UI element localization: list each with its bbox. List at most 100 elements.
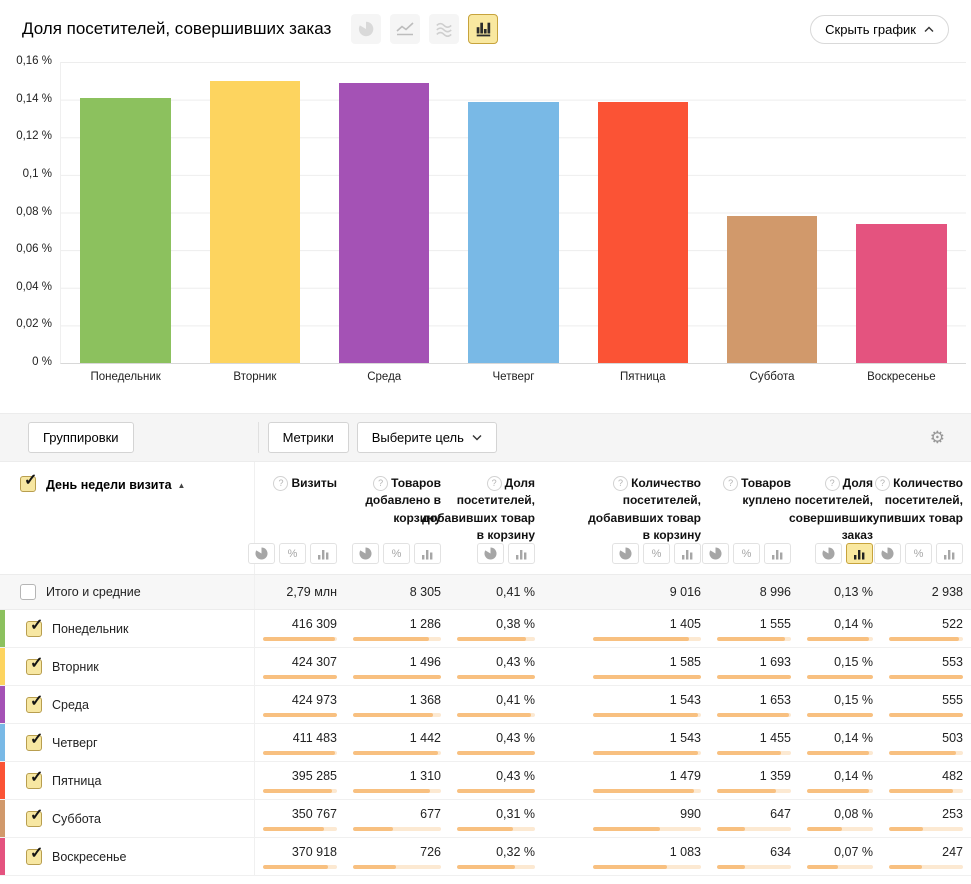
value-cell: 1 083	[543, 838, 709, 875]
row-label-cell: Среда	[0, 686, 255, 723]
chart-bar[interactable]	[856, 224, 946, 363]
pie-view-toggle[interactable]	[248, 543, 275, 564]
pie-view-toggle[interactable]	[352, 543, 379, 564]
help-icon[interactable]	[273, 476, 288, 491]
percent-view-toggle[interactable]: %	[733, 543, 760, 564]
row-checkbox[interactable]	[26, 621, 42, 637]
value-cell: 555	[881, 686, 971, 723]
groupings-button[interactable]: Группировки	[28, 422, 134, 453]
bars-view-toggle[interactable]	[936, 543, 963, 564]
chart-body: 0,16 %0,14 %0,12 %0,1 %0,08 %0,06 %0,04 …	[0, 62, 971, 364]
chart-bar[interactable]	[598, 102, 688, 363]
bars-icon	[943, 548, 957, 560]
row-checkbox[interactable]	[26, 697, 42, 713]
x-tick-label: Вторник	[190, 371, 319, 383]
help-icon[interactable]	[825, 476, 840, 491]
help-icon[interactable]	[723, 476, 738, 491]
value-minibar	[889, 751, 963, 755]
help-icon[interactable]	[875, 476, 890, 491]
pie-view-toggle[interactable]	[612, 543, 639, 564]
column-chart-button[interactable]	[468, 14, 498, 44]
bars-view-toggle[interactable]	[846, 543, 873, 564]
pie-icon	[881, 547, 894, 560]
metric-view-toggles: %	[248, 543, 337, 564]
select-all-checkbox[interactable]	[20, 476, 36, 492]
table-body: Понедельник416 3091 2860,38 %1 4051 5550…	[0, 610, 971, 876]
pie-view-toggle[interactable]	[815, 543, 842, 564]
table-row: Вторник424 3071 4960,43 %1 5851 6930,15 …	[0, 648, 971, 686]
bars-view-toggle[interactable]	[414, 543, 441, 564]
hide-chart-button[interactable]: Скрыть график	[810, 15, 949, 44]
value-minibar	[593, 789, 701, 793]
goal-select-label: Выберите цель	[372, 430, 464, 445]
value-cell: 1 359	[709, 762, 799, 799]
value-minibar	[457, 713, 535, 717]
value-minibar	[263, 789, 337, 793]
chart-bar-slot	[578, 62, 707, 363]
percent-icon: %	[652, 548, 662, 560]
percent-view-toggle[interactable]: %	[279, 543, 306, 564]
pie-view-toggle[interactable]	[477, 543, 504, 564]
line-chart-button[interactable]	[390, 14, 420, 44]
bars-view-toggle[interactable]	[764, 543, 791, 564]
goal-select-button[interactable]: Выберите цель	[357, 422, 497, 453]
row-label: Суббота	[52, 812, 101, 826]
value-minibar	[593, 637, 701, 641]
row-checkbox[interactable]	[26, 849, 42, 865]
value-cell: 1 653	[709, 686, 799, 723]
help-icon[interactable]	[487, 476, 502, 491]
help-icon[interactable]	[613, 476, 628, 491]
pie-view-toggle[interactable]	[874, 543, 901, 564]
percent-view-toggle[interactable]: %	[905, 543, 932, 564]
pie-chart-button[interactable]	[351, 14, 381, 44]
bars-icon	[771, 548, 785, 560]
row-color-stripe	[0, 724, 5, 761]
value-minibar	[593, 865, 701, 869]
row-checkbox[interactable]	[26, 659, 42, 675]
stacked-chart-button[interactable]	[429, 14, 459, 44]
row-checkbox[interactable]	[26, 811, 42, 827]
chart-bar[interactable]	[468, 102, 558, 363]
table-header-row: День недели визита Визиты%Товаров добавл…	[0, 462, 971, 574]
value-minibar	[889, 789, 963, 793]
y-tick-label: 0,12 %	[16, 130, 52, 142]
help-icon[interactable]	[373, 476, 388, 491]
percent-icon: %	[914, 548, 924, 560]
bars-view-toggle[interactable]	[310, 543, 337, 564]
value-cell: 1 286	[345, 610, 449, 647]
metrics-button[interactable]: Метрики	[268, 422, 349, 453]
bars-icon	[853, 548, 867, 560]
bars-view-toggle[interactable]	[674, 543, 701, 564]
value-minibar	[353, 865, 441, 869]
chart-bar[interactable]	[727, 216, 817, 363]
chart-bar[interactable]	[210, 81, 300, 363]
bars-icon	[317, 548, 331, 560]
bars-view-toggle[interactable]	[508, 543, 535, 564]
value-minibar	[889, 865, 963, 869]
y-axis: 0,16 %0,14 %0,12 %0,1 %0,08 %0,06 %0,04 …	[0, 62, 60, 363]
value-minibar	[457, 789, 535, 793]
row-dimension-label[interactable]: День недели визита	[46, 476, 185, 492]
percent-icon: %	[392, 548, 402, 560]
value-minibar	[263, 675, 337, 679]
pie-view-toggle[interactable]	[702, 543, 729, 564]
gear-icon[interactable]: ⚙	[930, 429, 945, 446]
bars-icon	[421, 548, 435, 560]
row-checkbox[interactable]	[26, 735, 42, 751]
value-cell: 0,07 %	[799, 838, 881, 875]
pie-icon	[359, 547, 372, 560]
value-cell: 424 307	[255, 648, 345, 685]
value-cell: 553	[881, 648, 971, 685]
column-header[interactable]: Доля посетителей, добавивших товар в кор…	[449, 462, 543, 574]
row-color-stripe	[0, 762, 5, 799]
value-cell: 1 693	[709, 648, 799, 685]
percent-view-toggle[interactable]: %	[383, 543, 410, 564]
row-checkbox[interactable]	[26, 773, 42, 789]
value-cell: 1 368	[345, 686, 449, 723]
value-cell: 0,32 %	[449, 838, 543, 875]
totals-checkbox[interactable]	[20, 584, 36, 600]
chart-bar[interactable]	[80, 98, 170, 363]
chart-bar[interactable]	[339, 83, 429, 363]
column-header[interactable]: Количество посетителей, купивших товар%	[881, 462, 971, 574]
percent-view-toggle[interactable]: %	[643, 543, 670, 564]
